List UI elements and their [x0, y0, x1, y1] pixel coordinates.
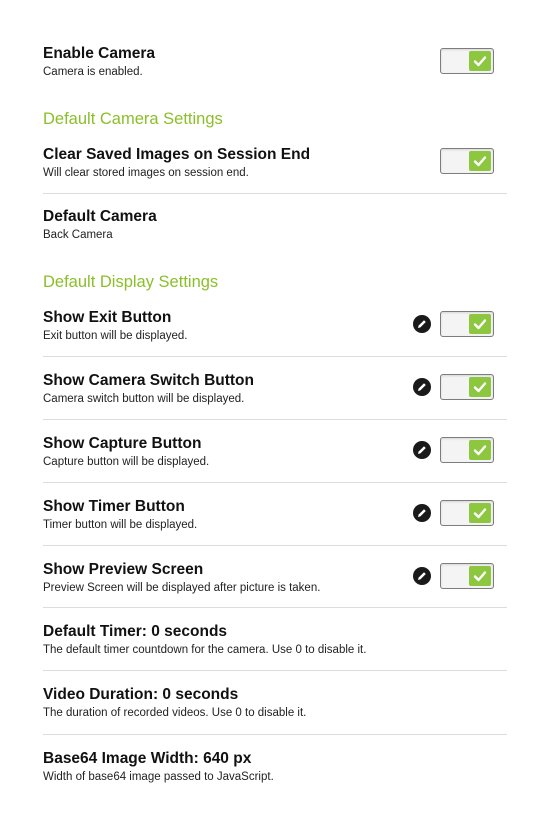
pref-show-exit-button[interactable]: Show Exit Button Exit button will be dis… — [43, 309, 507, 345]
divider — [43, 670, 507, 671]
show-switch-toggle[interactable] — [440, 374, 494, 400]
divider — [43, 419, 507, 420]
pref-summary: Will clear stored images on session end. — [43, 167, 249, 179]
check-icon — [473, 571, 487, 582]
toggle-knob — [469, 377, 491, 397]
toggle-knob — [469, 151, 491, 171]
pref-show-capture-button[interactable]: Show Capture Button Capture button will … — [43, 435, 507, 471]
divider — [43, 607, 507, 608]
show-preview-toggle[interactable] — [440, 563, 494, 589]
pref-show-preview-screen[interactable]: Show Preview Screen Preview Screen will … — [43, 561, 507, 597]
pref-summary: The default timer countdown for the came… — [43, 644, 367, 656]
divider — [43, 545, 507, 546]
check-icon — [473, 56, 487, 67]
pref-summary: The duration of recorded videos. Use 0 t… — [43, 707, 307, 719]
pref-video-duration[interactable]: Video Duration: 0 seconds The duration o… — [43, 686, 507, 722]
pencil-icon — [418, 509, 426, 517]
pref-title: Show Preview Screen — [43, 561, 204, 578]
edit-icon[interactable] — [413, 315, 431, 333]
toggle-knob — [469, 314, 491, 334]
pencil-icon — [418, 572, 426, 580]
pref-summary: Camera is enabled. — [43, 66, 143, 78]
check-icon — [473, 382, 487, 393]
pref-default-camera[interactable]: Default Camera Back Camera — [43, 208, 507, 244]
check-icon — [473, 156, 487, 167]
pencil-icon — [418, 320, 426, 328]
toggle-knob — [469, 440, 491, 460]
pref-base64-image-width[interactable]: Base64 Image Width: 640 px Width of base… — [43, 750, 507, 786]
edit-icon[interactable] — [413, 567, 431, 585]
pref-enable-camera[interactable]: Enable Camera Camera is enabled. — [43, 45, 507, 81]
divider — [43, 482, 507, 483]
pref-title: Clear Saved Images on Session End — [43, 146, 311, 163]
pref-show-timer-button[interactable]: Show Timer Button Timer button will be d… — [43, 498, 507, 534]
pref-title: Show Exit Button — [43, 309, 172, 326]
check-icon — [473, 445, 487, 456]
pencil-icon — [418, 383, 426, 391]
pref-show-camera-switch-button[interactable]: Show Camera Switch Button Camera switch … — [43, 372, 507, 408]
pref-title: Base64 Image Width: 640 px — [43, 750, 252, 767]
section-header-display: Default Display Settings — [43, 273, 219, 291]
pref-title: Show Capture Button — [43, 435, 202, 452]
pref-title: Show Camera Switch Button — [43, 372, 254, 389]
pref-summary: Timer button will be displayed. — [43, 519, 198, 531]
toggle-knob — [469, 51, 491, 71]
enable-camera-toggle[interactable] — [440, 48, 494, 74]
edit-icon[interactable] — [413, 441, 431, 459]
pref-title: Default Timer: 0 seconds — [43, 623, 228, 640]
pref-title: Show Timer Button — [43, 498, 185, 515]
pref-title: Enable Camera — [43, 45, 155, 62]
pref-summary: Width of base64 image passed to JavaScri… — [43, 771, 274, 783]
pref-summary: Exit button will be displayed. — [43, 330, 188, 342]
show-capture-toggle[interactable] — [440, 437, 494, 463]
pref-title: Default Camera — [43, 208, 157, 225]
pref-summary: Back Camera — [43, 229, 113, 241]
pref-summary: Camera switch button will be displayed. — [43, 393, 245, 405]
pref-summary: Preview Screen will be displayed after p… — [43, 582, 321, 594]
clear-saved-toggle[interactable] — [440, 148, 494, 174]
edit-icon[interactable] — [413, 378, 431, 396]
pref-summary: Capture button will be displayed. — [43, 456, 210, 468]
pencil-icon — [418, 446, 426, 454]
toggle-knob — [469, 503, 491, 523]
show-timer-toggle[interactable] — [440, 500, 494, 526]
pref-title: Video Duration: 0 seconds — [43, 686, 239, 703]
divider — [43, 734, 507, 735]
toggle-knob — [469, 566, 491, 586]
pref-clear-saved-images[interactable]: Clear Saved Images on Session End Will c… — [43, 146, 507, 182]
pref-default-timer[interactable]: Default Timer: 0 seconds The default tim… — [43, 623, 507, 659]
settings-page: Enable Camera Camera is enabled. Default… — [0, 0, 538, 828]
check-icon — [473, 508, 487, 519]
divider — [43, 193, 507, 194]
show-exit-toggle[interactable] — [440, 311, 494, 337]
section-header-camera: Default Camera Settings — [43, 110, 223, 128]
edit-icon[interactable] — [413, 504, 431, 522]
check-icon — [473, 319, 487, 330]
divider — [43, 356, 507, 357]
